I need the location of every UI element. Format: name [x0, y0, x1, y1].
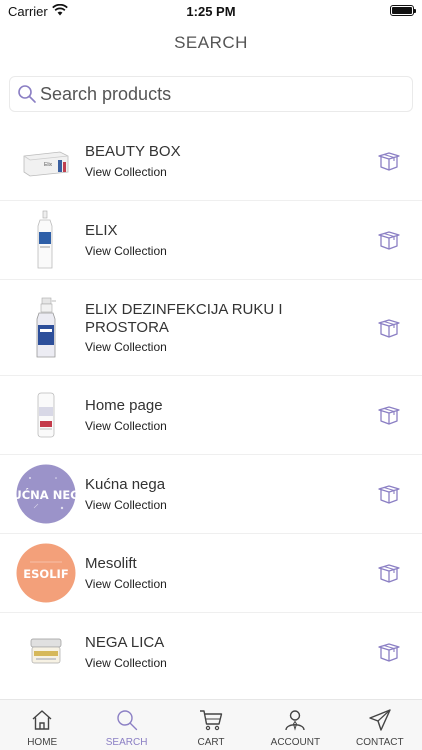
view-collection-link[interactable]: View Collection: [85, 340, 167, 354]
gift-box-icon[interactable]: [378, 230, 400, 250]
collection-name: ELIX DEZINFEKCIJA RUKU I PROSTORA: [85, 301, 283, 336]
tab-home[interactable]: HOME: [0, 700, 84, 750]
tab-account[interactable]: ACCOUNT: [253, 700, 337, 750]
send-icon: [369, 709, 391, 731]
tab-label: HOME: [27, 737, 58, 748]
list-item[interactable]: ELIX View Collection: [0, 201, 422, 280]
tab-label: CONTACT: [355, 737, 404, 748]
spray-product-thumbnail: [16, 297, 76, 358]
tube-product-thumbnail: [16, 385, 76, 445]
view-collection-link[interactable]: View Collection: [85, 165, 167, 179]
search-icon: [18, 85, 36, 103]
badge-text: UĆNA NEG: [16, 487, 76, 502]
bottle-product-thumbnail: [16, 210, 76, 270]
view-collection-link[interactable]: View Collection: [85, 419, 167, 433]
gift-box-icon[interactable]: [378, 642, 400, 662]
gift-box-icon[interactable]: [378, 405, 400, 425]
collection-name: Home page: [85, 397, 163, 414]
tab-contact[interactable]: CONTACT: [338, 700, 422, 750]
list-item[interactable]: ELIX DEZINFEKCIJA RUKU I PROSTORA View C…: [0, 280, 422, 376]
account-icon: [285, 710, 306, 731]
search-input[interactable]: [40, 77, 400, 111]
tab-label: ACCOUNT: [270, 737, 321, 748]
list-item[interactable]: NEGA LICA View Collection: [0, 613, 422, 692]
view-collection-link[interactable]: View Collection: [85, 244, 167, 258]
gift-box-icon[interactable]: [378, 318, 400, 338]
list-item[interactable]: Elix BEAUTY BOX View Collection: [0, 122, 422, 201]
tab-search[interactable]: SEARCH: [84, 700, 168, 750]
collection-name: Mesolift: [85, 555, 137, 572]
cart-icon: [199, 710, 223, 731]
gift-box-icon[interactable]: [378, 563, 400, 583]
search-icon: [116, 710, 137, 731]
collection-name: BEAUTY BOX: [85, 143, 181, 160]
view-collection-link[interactable]: View Collection: [85, 577, 167, 591]
tab-label: CART: [197, 737, 225, 748]
view-collection-link[interactable]: View Collection: [85, 656, 167, 670]
badge-text: ESOLIF: [23, 567, 68, 581]
category-badge-thumbnail: ESOLIF: [16, 543, 76, 603]
tab-cart[interactable]: CART: [169, 700, 253, 750]
gift-box-icon[interactable]: [378, 151, 400, 171]
clock: 1:25 PM: [186, 4, 236, 19]
category-badge-thumbnail: UĆNA NEG: [16, 464, 76, 524]
search-bar[interactable]: [9, 76, 413, 112]
list-item[interactable]: ESOLIF Mesolift View Collection: [0, 534, 422, 613]
tab-label: SEARCH: [105, 737, 148, 748]
collection-name: NEGA LICA: [85, 634, 165, 651]
list-item[interactable]: Home page View Collection: [0, 376, 422, 455]
home-icon: [32, 710, 52, 730]
jar-product-thumbnail: [16, 622, 76, 682]
status-bar: Carrier 1:25 PM: [0, 0, 422, 22]
box-product-thumbnail: Elix: [16, 132, 76, 192]
collection-name: ELIX: [85, 222, 118, 239]
list-item[interactable]: UĆNA NEG Kućna nega View Collection: [0, 455, 422, 534]
page-title: SEARCH: [174, 33, 248, 52]
battery-icon: [390, 5, 416, 16]
svg-text:Elix: Elix: [44, 162, 53, 168]
collection-list: Elix BEAUTY BOX View Collection ELIX Vie…: [0, 122, 422, 692]
gift-box-icon[interactable]: [378, 484, 400, 504]
bottom-tab-bar: HOME SEARCH CART ACCOUNT CONTACT: [0, 699, 422, 750]
collection-name: Kućna nega: [85, 476, 166, 493]
view-collection-link[interactable]: View Collection: [85, 498, 167, 512]
